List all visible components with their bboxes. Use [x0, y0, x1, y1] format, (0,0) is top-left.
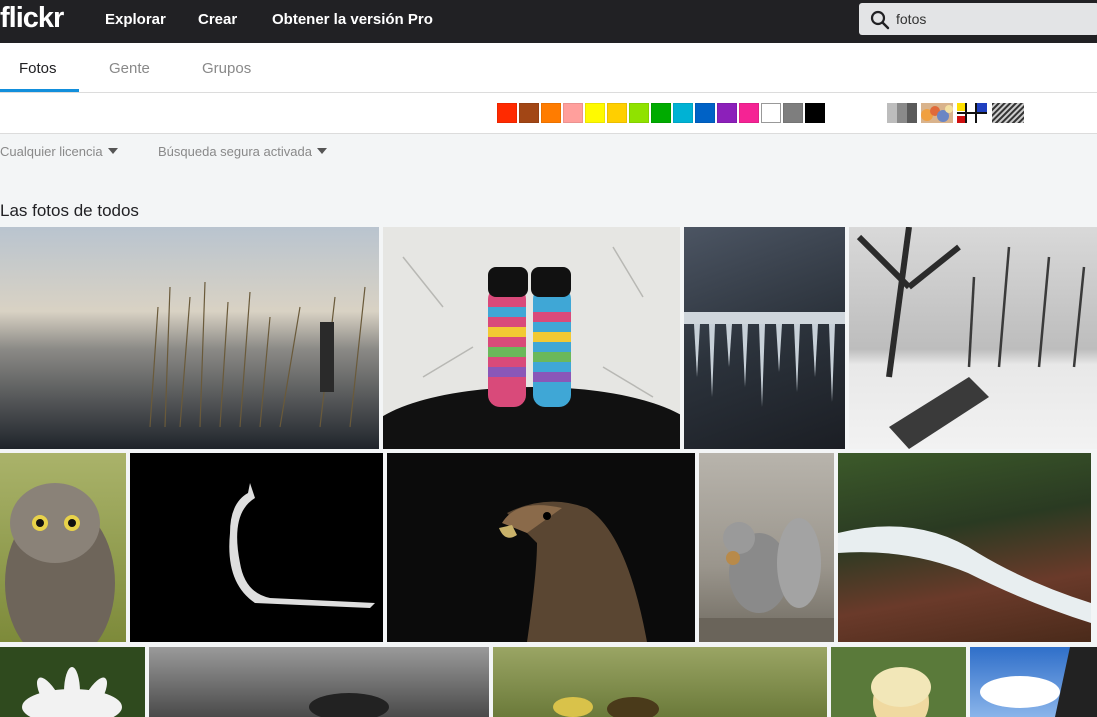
- color-swatch[interactable]: [783, 103, 803, 123]
- photo-tile[interactable]: [970, 647, 1097, 717]
- chevron-down-icon: [316, 148, 327, 154]
- color-filter-bar: [0, 93, 1097, 134]
- color-swatch[interactable]: [739, 103, 759, 123]
- nav-explore[interactable]: Explorar: [105, 11, 166, 28]
- color-swatch[interactable]: [629, 103, 649, 123]
- photo-tile[interactable]: [130, 453, 383, 642]
- photo-tile[interactable]: [831, 647, 966, 717]
- color-swatch[interactable]: [519, 103, 539, 123]
- color-swatch[interactable]: [695, 103, 715, 123]
- photo-tile[interactable]: [684, 227, 845, 449]
- search-box[interactable]: fotos: [859, 3, 1097, 35]
- pattern-filter-icon[interactable]: [992, 103, 1024, 123]
- color-swatch[interactable]: [805, 103, 825, 123]
- color-swatch[interactable]: [563, 103, 583, 123]
- photo-tile[interactable]: [387, 453, 695, 642]
- photo-tile[interactable]: [383, 227, 680, 449]
- top-nav-bar: flickr Explorar Crear Obtener la versión…: [0, 0, 1097, 43]
- photo-tile[interactable]: [0, 453, 126, 642]
- photo-tile[interactable]: [0, 647, 145, 717]
- color-swatch[interactable]: [717, 103, 737, 123]
- nav-create[interactable]: Crear: [198, 11, 237, 28]
- photo-tile[interactable]: [838, 453, 1091, 642]
- active-tab-indicator: [0, 89, 79, 92]
- tab-groups[interactable]: Grupos: [202, 60, 251, 77]
- safesearch-dropdown[interactable]: Búsqueda segura activada: [158, 144, 327, 159]
- color-swatch[interactable]: [541, 103, 561, 123]
- safesearch-label: Búsqueda segura activada: [158, 144, 312, 159]
- minimalism-filter-icon[interactable]: [957, 103, 987, 123]
- photo-tile[interactable]: [849, 227, 1097, 449]
- color-swatch[interactable]: [761, 103, 781, 123]
- search-input[interactable]: fotos: [896, 11, 926, 27]
- section-title: Las fotos de todos: [0, 201, 139, 220]
- color-swatch[interactable]: [651, 103, 671, 123]
- chevron-down-icon: [107, 148, 118, 154]
- photo-tile[interactable]: [0, 227, 379, 449]
- flickr-logo[interactable]: flickr: [0, 2, 64, 35]
- color-swatch[interactable]: [497, 103, 517, 123]
- photo-tile[interactable]: [493, 647, 827, 717]
- tab-photos[interactable]: Fotos: [19, 60, 57, 77]
- license-filter-dropdown[interactable]: Cualquier licencia: [0, 144, 118, 159]
- photo-tile[interactable]: [149, 647, 489, 717]
- depth-of-field-filter-icon[interactable]: [921, 103, 953, 123]
- color-swatch[interactable]: [585, 103, 605, 123]
- tab-people[interactable]: Gente: [109, 60, 150, 77]
- photo-tile[interactable]: [699, 453, 834, 642]
- color-swatch[interactable]: [673, 103, 693, 123]
- color-swatch[interactable]: [607, 103, 627, 123]
- search-type-tabs: Fotos Gente Grupos: [0, 43, 1097, 93]
- black-and-white-filter-icon[interactable]: [887, 103, 917, 123]
- nav-get-pro[interactable]: Obtener la versión Pro: [272, 11, 433, 28]
- license-filter-label: Cualquier licencia: [0, 144, 103, 159]
- search-icon: [870, 10, 890, 30]
